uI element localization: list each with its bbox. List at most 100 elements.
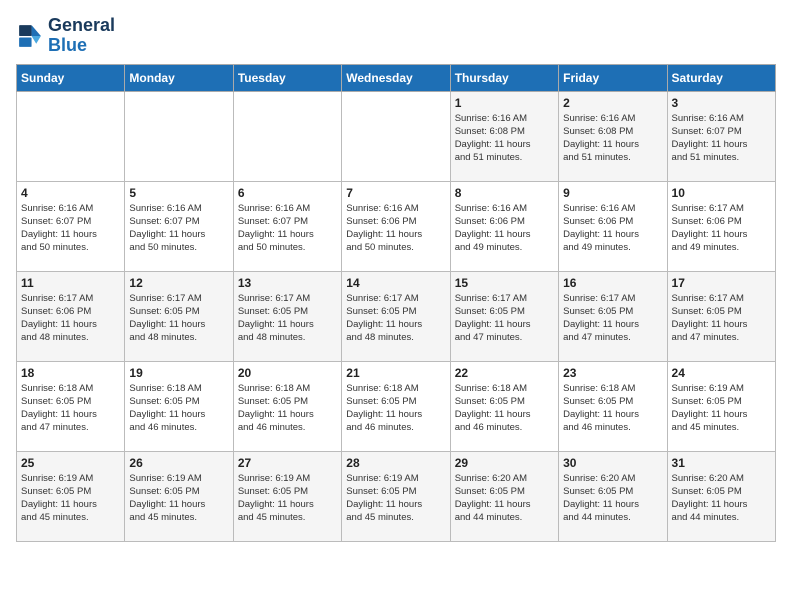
day-info: Sunrise: 6:20 AM Sunset: 6:05 PM Dayligh…: [455, 472, 554, 525]
day-number: 26: [129, 456, 228, 470]
day-number: 5: [129, 186, 228, 200]
header-cell-friday: Friday: [559, 64, 667, 91]
day-cell: 30 Sunrise: 6:20 AM Sunset: 6:05 PM Dayli…: [559, 451, 667, 541]
day-info: Sunrise: 6:16 AM Sunset: 6:06 PM Dayligh…: [563, 202, 662, 255]
day-info: Sunrise: 6:19 AM Sunset: 6:05 PM Dayligh…: [21, 472, 120, 525]
day-number: 31: [672, 456, 771, 470]
day-cell: 16 Sunrise: 6:17 AM Sunset: 6:05 PM Dayli…: [559, 271, 667, 361]
day-cell: [233, 91, 341, 181]
day-cell: 8 Sunrise: 6:16 AM Sunset: 6:06 PM Daylig…: [450, 181, 558, 271]
day-cell: 15 Sunrise: 6:17 AM Sunset: 6:05 PM Dayli…: [450, 271, 558, 361]
week-row-3: 11 Sunrise: 6:17 AM Sunset: 6:06 PM Dayli…: [17, 271, 776, 361]
calendar-table: SundayMondayTuesdayWednesdayThursdayFrid…: [16, 64, 776, 542]
day-number: 16: [563, 276, 662, 290]
day-info: Sunrise: 6:17 AM Sunset: 6:05 PM Dayligh…: [238, 292, 337, 345]
day-cell: [17, 91, 125, 181]
day-cell: 24 Sunrise: 6:19 AM Sunset: 6:05 PM Dayli…: [667, 361, 775, 451]
header-row: SundayMondayTuesdayWednesdayThursdayFrid…: [17, 64, 776, 91]
day-number: 13: [238, 276, 337, 290]
logo-icon: [16, 22, 44, 50]
day-number: 1: [455, 96, 554, 110]
day-number: 15: [455, 276, 554, 290]
day-cell: 21Sunrise: 6:18 AM Sunset: 6:05 PM Dayli…: [342, 361, 450, 451]
day-cell: 2 Sunrise: 6:16 AM Sunset: 6:08 PM Daylig…: [559, 91, 667, 181]
day-cell: 25 Sunrise: 6:19 AM Sunset: 6:05 PM Dayli…: [17, 451, 125, 541]
day-info: Sunrise: 6:19 AM Sunset: 6:05 PM Dayligh…: [238, 472, 337, 525]
day-info: Sunrise: 6:18 AM Sunset: 6:05 PM Dayligh…: [455, 382, 554, 435]
day-number: 7: [346, 186, 445, 200]
day-cell: 17Sunrise: 6:17 AM Sunset: 6:05 PM Dayli…: [667, 271, 775, 361]
day-cell: [342, 91, 450, 181]
day-info: Sunrise: 6:17 AM Sunset: 6:05 PM Dayligh…: [346, 292, 445, 345]
day-number: 20: [238, 366, 337, 380]
day-number: 3: [672, 96, 771, 110]
day-info: Sunrise: 6:16 AM Sunset: 6:08 PM Dayligh…: [455, 112, 554, 165]
day-cell: 7Sunrise: 6:16 AM Sunset: 6:06 PM Daylig…: [342, 181, 450, 271]
day-number: 17: [672, 276, 771, 290]
day-number: 11: [21, 276, 120, 290]
day-cell: 10Sunrise: 6:17 AM Sunset: 6:06 PM Dayli…: [667, 181, 775, 271]
day-info: Sunrise: 6:17 AM Sunset: 6:06 PM Dayligh…: [21, 292, 120, 345]
day-cell: 14Sunrise: 6:17 AM Sunset: 6:05 PM Dayli…: [342, 271, 450, 361]
day-info: Sunrise: 6:18 AM Sunset: 6:05 PM Dayligh…: [238, 382, 337, 435]
day-number: 27: [238, 456, 337, 470]
day-info: Sunrise: 6:19 AM Sunset: 6:05 PM Dayligh…: [346, 472, 445, 525]
calendar-header: SundayMondayTuesdayWednesdayThursdayFrid…: [17, 64, 776, 91]
day-number: 24: [672, 366, 771, 380]
header-cell-saturday: Saturday: [667, 64, 775, 91]
day-info: Sunrise: 6:16 AM Sunset: 6:06 PM Dayligh…: [455, 202, 554, 255]
logo-text-blue: Blue: [48, 36, 115, 56]
day-number: 21: [346, 366, 445, 380]
day-cell: 4Sunrise: 6:16 AM Sunset: 6:07 PM Daylig…: [17, 181, 125, 271]
week-row-5: 25 Sunrise: 6:19 AM Sunset: 6:05 PM Dayli…: [17, 451, 776, 541]
day-info: Sunrise: 6:16 AM Sunset: 6:07 PM Dayligh…: [238, 202, 337, 255]
day-info: Sunrise: 6:20 AM Sunset: 6:05 PM Dayligh…: [672, 472, 771, 525]
day-cell: 5 Sunrise: 6:16 AM Sunset: 6:07 PM Daylig…: [125, 181, 233, 271]
day-info: Sunrise: 6:18 AM Sunset: 6:05 PM Dayligh…: [21, 382, 120, 435]
header-cell-sunday: Sunday: [17, 64, 125, 91]
week-row-4: 18 Sunrise: 6:18 AM Sunset: 6:05 PM Dayli…: [17, 361, 776, 451]
header-cell-monday: Monday: [125, 64, 233, 91]
header-cell-thursday: Thursday: [450, 64, 558, 91]
day-number: 28: [346, 456, 445, 470]
day-cell: 26 Sunrise: 6:19 AM Sunset: 6:05 PM Dayli…: [125, 451, 233, 541]
day-cell: 20 Sunrise: 6:18 AM Sunset: 6:05 PM Dayli…: [233, 361, 341, 451]
week-row-1: 1 Sunrise: 6:16 AM Sunset: 6:08 PM Daylig…: [17, 91, 776, 181]
day-number: 8: [455, 186, 554, 200]
day-cell: 29 Sunrise: 6:20 AM Sunset: 6:05 PM Dayli…: [450, 451, 558, 541]
day-number: 2: [563, 96, 662, 110]
logo-text-general: General: [48, 16, 115, 36]
calendar-body: 1 Sunrise: 6:16 AM Sunset: 6:08 PM Daylig…: [17, 91, 776, 541]
day-info: Sunrise: 6:16 AM Sunset: 6:08 PM Dayligh…: [563, 112, 662, 165]
page-header: General Blue: [16, 16, 776, 56]
day-info: Sunrise: 6:16 AM Sunset: 6:07 PM Dayligh…: [672, 112, 771, 165]
day-cell: 22 Sunrise: 6:18 AM Sunset: 6:05 PM Dayli…: [450, 361, 558, 451]
day-number: 18: [21, 366, 120, 380]
day-info: Sunrise: 6:20 AM Sunset: 6:05 PM Dayligh…: [563, 472, 662, 525]
day-cell: 6Sunrise: 6:16 AM Sunset: 6:07 PM Daylig…: [233, 181, 341, 271]
day-number: 29: [455, 456, 554, 470]
day-info: Sunrise: 6:17 AM Sunset: 6:05 PM Dayligh…: [455, 292, 554, 345]
day-number: 30: [563, 456, 662, 470]
day-info: Sunrise: 6:16 AM Sunset: 6:07 PM Dayligh…: [21, 202, 120, 255]
day-info: Sunrise: 6:19 AM Sunset: 6:05 PM Dayligh…: [672, 382, 771, 435]
day-cell: 13 Sunrise: 6:17 AM Sunset: 6:05 PM Dayli…: [233, 271, 341, 361]
week-row-2: 4Sunrise: 6:16 AM Sunset: 6:07 PM Daylig…: [17, 181, 776, 271]
day-cell: 23Sunrise: 6:18 AM Sunset: 6:05 PM Dayli…: [559, 361, 667, 451]
day-cell: 1 Sunrise: 6:16 AM Sunset: 6:08 PM Daylig…: [450, 91, 558, 181]
day-info: Sunrise: 6:19 AM Sunset: 6:05 PM Dayligh…: [129, 472, 228, 525]
day-info: Sunrise: 6:17 AM Sunset: 6:05 PM Dayligh…: [563, 292, 662, 345]
day-number: 9: [563, 186, 662, 200]
day-cell: 12Sunrise: 6:17 AM Sunset: 6:05 PM Dayli…: [125, 271, 233, 361]
day-cell: 11 Sunrise: 6:17 AM Sunset: 6:06 PM Dayli…: [17, 271, 125, 361]
header-cell-wednesday: Wednesday: [342, 64, 450, 91]
day-number: 19: [129, 366, 228, 380]
day-info: Sunrise: 6:16 AM Sunset: 6:07 PM Dayligh…: [129, 202, 228, 255]
day-cell: 9 Sunrise: 6:16 AM Sunset: 6:06 PM Daylig…: [559, 181, 667, 271]
day-number: 22: [455, 366, 554, 380]
day-number: 25: [21, 456, 120, 470]
day-info: Sunrise: 6:18 AM Sunset: 6:05 PM Dayligh…: [129, 382, 228, 435]
day-number: 12: [129, 276, 228, 290]
day-cell: 28 Sunrise: 6:19 AM Sunset: 6:05 PM Dayli…: [342, 451, 450, 541]
day-cell: 3 Sunrise: 6:16 AM Sunset: 6:07 PM Daylig…: [667, 91, 775, 181]
